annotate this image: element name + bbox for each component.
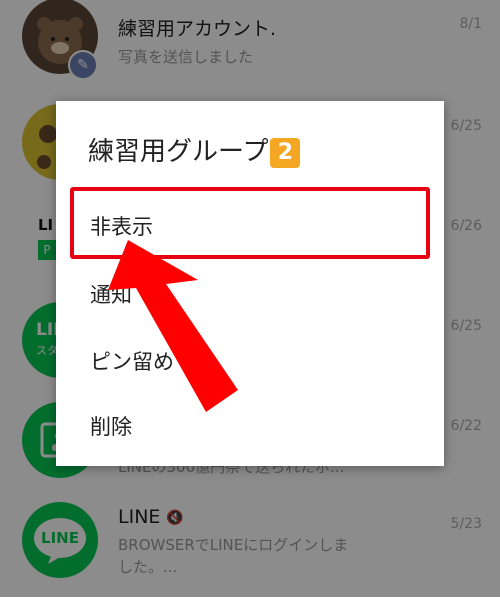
pointer-arrow-icon [108, 240, 238, 412]
number-badge-icon: 2 [270, 137, 301, 168]
dialog-title-text: 練習用グループ [88, 137, 269, 167]
dialog-title: 練習用グループ 2 [88, 131, 301, 168]
